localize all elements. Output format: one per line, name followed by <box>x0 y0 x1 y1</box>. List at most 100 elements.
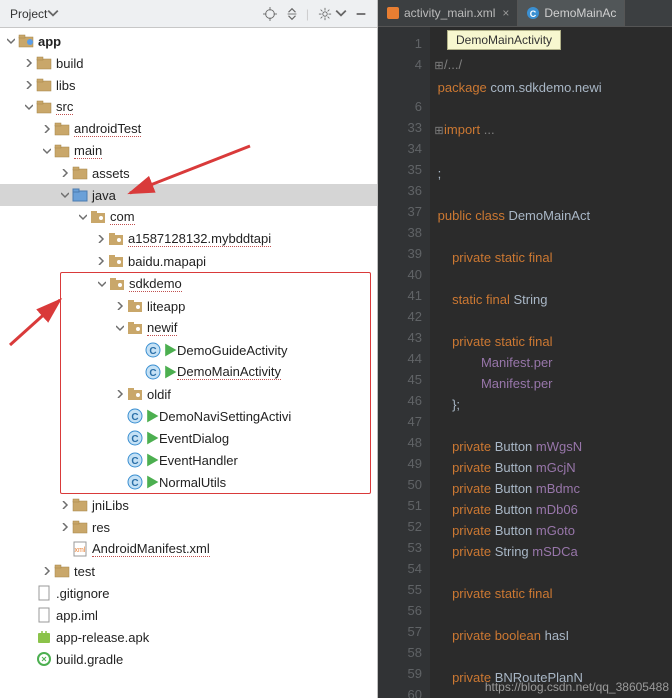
tree-node-evhandler[interactable]: C EventHandler <box>61 449 370 471</box>
code-editor[interactable]: 1 4 6 33 34 35 36 37 38 39 40 41 42 43 4… <box>378 27 672 698</box>
chevron-down-icon[interactable] <box>113 324 127 332</box>
folder-icon <box>54 143 70 159</box>
tree-node-jnilibs[interactable]: jniLibs <box>0 494 377 516</box>
gear-icon[interactable] <box>315 4 335 24</box>
chevron-right-icon[interactable] <box>40 567 54 575</box>
chevron-right-icon[interactable] <box>113 302 127 310</box>
chevron-right-icon[interactable] <box>58 501 72 509</box>
tree-node-demoguide[interactable]: C DemoGuideActivity <box>61 339 370 361</box>
target-icon[interactable] <box>260 4 280 24</box>
tree-node-evdialog[interactable]: C EventDialog <box>61 427 370 449</box>
svg-text:C: C <box>131 434 138 445</box>
close-icon[interactable]: × <box>502 6 509 20</box>
node-label: app.iml <box>56 608 98 623</box>
tree-node-gitignore[interactable]: .gitignore <box>0 582 377 604</box>
folder-icon <box>36 77 52 93</box>
tree-node-oldif[interactable]: oldif <box>61 383 370 405</box>
node-label: com <box>110 209 135 225</box>
source-folder-icon <box>72 187 88 203</box>
tree-node-libs[interactable]: libs <box>0 74 377 96</box>
tree-node-normalutils[interactable]: C NormalUtils <box>61 471 370 493</box>
chevron-right-icon[interactable] <box>94 257 108 265</box>
tab-activity-main[interactable]: activity_main.xml × <box>378 0 518 26</box>
gear-dropdown-icon[interactable] <box>335 7 349 21</box>
tree-node-apk[interactable]: app-release.apk <box>0 626 377 648</box>
folder-icon <box>54 563 70 579</box>
minimize-icon[interactable] <box>351 4 371 24</box>
project-tree: app build libs src androidTest <box>0 28 377 698</box>
tree-node-com[interactable]: com <box>0 206 377 228</box>
node-label: NormalUtils <box>159 475 226 490</box>
run-icon <box>147 452 157 468</box>
tree-node-test[interactable]: test <box>0 560 377 582</box>
node-label: jniLibs <box>92 498 129 513</box>
package-icon <box>90 209 106 225</box>
tree-node-app[interactable]: app <box>0 30 377 52</box>
package-icon <box>108 231 124 247</box>
gradle-icon <box>36 651 52 667</box>
package-icon <box>108 253 124 269</box>
tree-node-java[interactable]: java <box>0 184 377 206</box>
svg-text:C: C <box>131 412 138 423</box>
node-label: newif <box>147 320 177 336</box>
class-icon: C <box>526 6 540 20</box>
watermark: https://blog.csdn.net/qq_38605488 <box>485 680 669 694</box>
code-content[interactable]: ⊞/.../ package com.sdkdemo.newi ⊞import … <box>430 27 672 698</box>
node-label: baidu.mapapi <box>128 254 206 269</box>
chevron-right-icon[interactable] <box>113 390 127 398</box>
tree-node-build[interactable]: build <box>0 52 377 74</box>
svg-text:C: C <box>530 9 537 19</box>
tree-node-demomain[interactable]: C DemoMainActivity <box>61 361 370 383</box>
chevron-down-icon[interactable] <box>4 37 18 45</box>
tree-node-sdkdemo[interactable]: sdkdemo <box>61 273 370 295</box>
file-icon <box>36 607 52 623</box>
node-label: libs <box>56 78 76 93</box>
highlighted-box: sdkdemo liteapp newif C DemoGuideActivit… <box>60 272 371 494</box>
chevron-right-icon[interactable] <box>40 125 54 133</box>
tree-node-pkg2[interactable]: baidu.mapapi <box>0 250 377 272</box>
tree-node-androidtest[interactable]: androidTest <box>0 118 377 140</box>
node-label: build <box>56 56 83 71</box>
node-label: main <box>74 143 102 159</box>
node-label: AndroidManifest.xml <box>92 541 210 557</box>
tree-node-res[interactable]: res <box>0 516 377 538</box>
chevron-right-icon[interactable] <box>94 235 108 243</box>
collapse-icon[interactable] <box>282 4 302 24</box>
chevron-right-icon[interactable] <box>22 81 36 89</box>
tree-node-manifest[interactable]: xml AndroidManifest.xml <box>0 538 377 560</box>
package-icon <box>127 320 143 336</box>
file-icon <box>36 585 52 601</box>
dropdown-icon[interactable] <box>47 7 61 21</box>
node-label: a1587128132.mybddtapi <box>128 231 271 247</box>
editor-panel: activity_main.xml × C DemoMainAc 1 4 6 3… <box>378 0 672 698</box>
tree-node-appiml[interactable]: app.iml <box>0 604 377 626</box>
node-label: java <box>92 188 116 203</box>
tree-node-main[interactable]: main <box>0 140 377 162</box>
tooltip: DemoMainActivity <box>447 30 561 50</box>
tab-demomainactivity[interactable]: C DemoMainAc <box>518 0 625 26</box>
chevron-down-icon[interactable] <box>76 213 90 221</box>
node-label: app-release.apk <box>56 630 149 645</box>
chevron-down-icon[interactable] <box>40 147 54 155</box>
svg-text:C: C <box>131 478 138 489</box>
chevron-down-icon[interactable] <box>95 280 109 288</box>
tree-node-src[interactable]: src <box>0 96 377 118</box>
folder-icon <box>54 121 70 137</box>
node-label: liteapp <box>147 299 185 314</box>
chevron-down-icon[interactable] <box>58 191 72 199</box>
tree-node-pkg1[interactable]: a1587128132.mybddtapi <box>0 228 377 250</box>
chevron-down-icon[interactable] <box>22 103 36 111</box>
tree-node-newif[interactable]: newif <box>61 317 370 339</box>
tree-node-assets[interactable]: assets <box>0 162 377 184</box>
node-label: androidTest <box>74 121 141 137</box>
tree-node-demonavi[interactable]: C DemoNaviSettingActivi <box>61 405 370 427</box>
svg-text:xml: xml <box>75 547 86 554</box>
chevron-right-icon[interactable] <box>58 523 72 531</box>
project-panel: Project | app build libs <box>0 0 378 698</box>
tree-node-liteapp[interactable]: liteapp <box>61 295 370 317</box>
tree-node-gradle[interactable]: build.gradle <box>0 648 377 670</box>
chevron-right-icon[interactable] <box>58 169 72 177</box>
chevron-right-icon[interactable] <box>22 59 36 67</box>
node-label: DemoGuideActivity <box>177 343 288 358</box>
project-panel-header: Project | <box>0 0 377 28</box>
